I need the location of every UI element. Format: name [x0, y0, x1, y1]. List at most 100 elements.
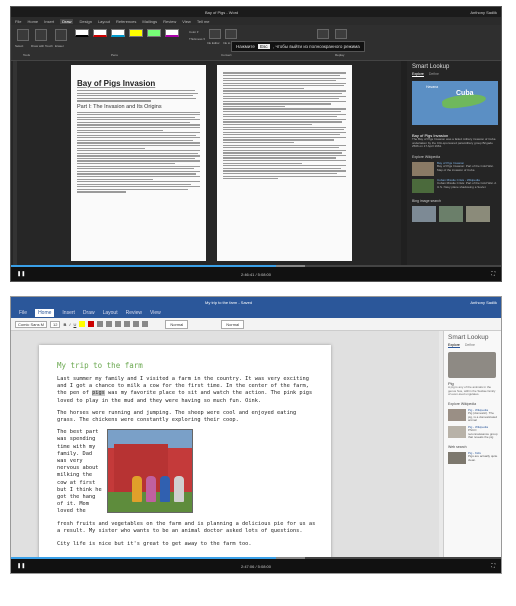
wiki-result-text: Cuban Missile Crisis - Wikipedia Cuban M…: [437, 178, 497, 193]
doc-title: My trip to the farm: [57, 361, 143, 370]
font-color-icon[interactable]: [88, 321, 95, 327]
wiki-result[interactable]: Pig - Wikipedia PSCO reconnaissance group…: [448, 425, 498, 440]
numbering-icon[interactable]: [106, 321, 113, 327]
web-result-text: Pig - Kids Pigs are actually quite clean.: [468, 451, 498, 464]
document-page[interactable]: My trip to the farm Last summer my famil…: [39, 345, 331, 559]
wiki-thumbnail: [412, 178, 434, 193]
bold-icon[interactable]: B: [63, 322, 66, 327]
tab-mailings[interactable]: Mailings: [142, 19, 157, 24]
smart-lookup-title: Smart Lookup: [448, 334, 489, 341]
ink-to-shape-icon[interactable]: [225, 29, 237, 39]
select-tool-icon[interactable]: [17, 29, 29, 41]
fullscreen-icon[interactable]: ⛶: [491, 563, 495, 569]
wiki-result[interactable]: Cuban Missile Crisis - Wikipedia Cuban M…: [412, 178, 497, 193]
font-name-box[interactable]: Comic Sans M: [15, 320, 48, 328]
tab-define[interactable]: Define: [465, 343, 475, 348]
tab-draw[interactable]: Draw: [60, 18, 74, 24]
pen-red-icon[interactable]: [93, 29, 107, 37]
tab-define[interactable]: Define: [429, 72, 439, 77]
tab-file[interactable]: File: [19, 310, 27, 316]
tab-home[interactable]: Home: [27, 19, 38, 24]
indent-icon[interactable]: [115, 321, 122, 327]
tab-insert[interactable]: Insert: [44, 19, 54, 24]
selected-word-pigs[interactable]: pigs: [92, 390, 105, 397]
tab-file[interactable]: File: [15, 19, 21, 24]
wiki-result[interactable]: Bay of Pigs Invasion Bay of Pigs Invasio…: [412, 161, 497, 176]
wiki-result-snippet: Cuban Missile Crisis: Part of the Cold W…: [437, 181, 497, 189]
wiki-result-text: Bay of Pigs Invasion Bay of Pigs Invasio…: [437, 161, 497, 176]
tab-layout[interactable]: Layout: [98, 19, 110, 24]
word-window-dark: Bay of Pigs - Word Anthony Sadlik File H…: [11, 7, 501, 281]
paragraph-1: Last summer my family and I visited a fa…: [57, 376, 317, 405]
tab-explore[interactable]: Explore: [448, 343, 460, 348]
align-center-icon[interactable]: [133, 321, 140, 327]
color-dropdown[interactable]: Color ▾: [189, 30, 199, 34]
italic-icon[interactable]: I: [69, 322, 70, 327]
wiki-result-snippet: Bay of Pigs Invasion: Part of the Cold W…: [437, 164, 494, 172]
image-result[interactable]: [412, 205, 436, 222]
tab-layout[interactable]: Layout: [103, 310, 118, 316]
highlight-icon[interactable]: [79, 321, 86, 327]
highlighter-yellow-icon[interactable]: [129, 29, 143, 37]
ink-editor-icon[interactable]: [209, 29, 221, 39]
web-result[interactable]: Pig - Kids Pigs are actually quite clean.: [448, 451, 498, 464]
video-player-2[interactable]: My trip to the farm - Saved Anthony Sadl…: [10, 296, 502, 574]
time-display: 2:46:41 / 5:08:00: [240, 271, 272, 277]
tell-me-search[interactable]: Tell me: [197, 19, 210, 24]
tab-review[interactable]: Review: [163, 19, 176, 24]
doc-heading: Part I: The Invasion and Its Origins: [77, 103, 162, 110]
tab-explore[interactable]: Explore: [412, 72, 424, 77]
vertical-ruler: [13, 61, 17, 269]
image-results: [412, 205, 497, 222]
wiki-result[interactable]: Pig - Wikipedia Pig (domestic). The pig, …: [448, 408, 498, 423]
pen-purple-icon[interactable]: [165, 29, 179, 37]
smart-lookup-title: Smart Lookup: [412, 64, 450, 70]
window-title: My trip to the farm - Saved: [205, 299, 253, 305]
eraser-icon[interactable]: [55, 29, 67, 41]
ink-to-math-icon[interactable]: [317, 29, 329, 39]
document-area[interactable]: Bay of Pigs Invasion Part I: The Invasio…: [11, 61, 401, 269]
image-result[interactable]: [439, 205, 463, 222]
farm-family-photo[interactable]: [107, 429, 193, 514]
image-result[interactable]: [466, 205, 490, 222]
smart-lookup-pane: Smart Lookup Explore Define Pig A pig is…: [443, 331, 501, 559]
pen-blue-icon[interactable]: [111, 29, 125, 37]
pig-image[interactable]: [448, 352, 496, 378]
pause-icon[interactable]: ❚❚: [17, 563, 25, 569]
style-normal-2[interactable]: Normal: [221, 319, 245, 329]
underline-icon[interactable]: U: [73, 322, 76, 327]
fullscreen-icon[interactable]: ⛶: [491, 271, 495, 277]
tab-home[interactable]: Home: [35, 308, 55, 317]
title-bar: Bay of Pigs - Word Anthony Sadlik: [11, 7, 501, 17]
tab-draw[interactable]: Draw: [83, 310, 95, 316]
document-page-2[interactable]: [217, 65, 352, 261]
document-page-1[interactable]: Bay of Pigs Invasion Part I: The Invasio…: [71, 65, 206, 261]
smart-lookup-tabs: Explore Define: [412, 72, 497, 77]
tab-review[interactable]: Review: [126, 310, 142, 316]
tab-design[interactable]: Design: [79, 19, 91, 24]
font-size-box[interactable]: 12: [50, 320, 61, 328]
document-area[interactable]: My trip to the farm Last summer my famil…: [11, 331, 439, 559]
align-right-icon[interactable]: [142, 321, 149, 327]
pause-icon[interactable]: ❚❚: [17, 271, 25, 277]
draw-touch-icon[interactable]: [35, 29, 47, 41]
cuba-map-image[interactable]: Havana Cuba: [412, 81, 498, 125]
draw-ribbon: Select Draw with Touch Eraser Pens Color…: [11, 25, 501, 61]
tab-view[interactable]: View: [150, 310, 161, 316]
word-window-light: My trip to the farm - Saved Anthony Sadl…: [11, 297, 501, 573]
map-label-havana: Havana: [426, 85, 439, 89]
replay-icon[interactable]: [335, 29, 347, 39]
tab-view[interactable]: View: [182, 19, 191, 24]
tab-insert[interactable]: Insert: [62, 310, 75, 316]
pen-black-icon[interactable]: [75, 29, 89, 37]
player-controls: ❚❚ 2:46:41 / 5:08:00 ⛶: [11, 267, 501, 281]
align-left-icon[interactable]: [124, 321, 131, 327]
bullets-icon[interactable]: [97, 321, 104, 327]
highlighter-green-icon[interactable]: [147, 29, 161, 37]
wiki-result-snippet: PSCO reconnaissance group that reveals t…: [468, 428, 498, 440]
video-player-1[interactable]: Bay of Pigs - Word Anthony Sadlik File H…: [10, 6, 502, 282]
wiki-result-text: Pig - Wikipedia PSCO reconnaissance group…: [468, 425, 498, 440]
tab-references[interactable]: References: [116, 19, 136, 24]
style-normal-1[interactable]: Normal: [165, 319, 189, 329]
thickness-dropdown[interactable]: Thickness ▾: [189, 37, 205, 41]
